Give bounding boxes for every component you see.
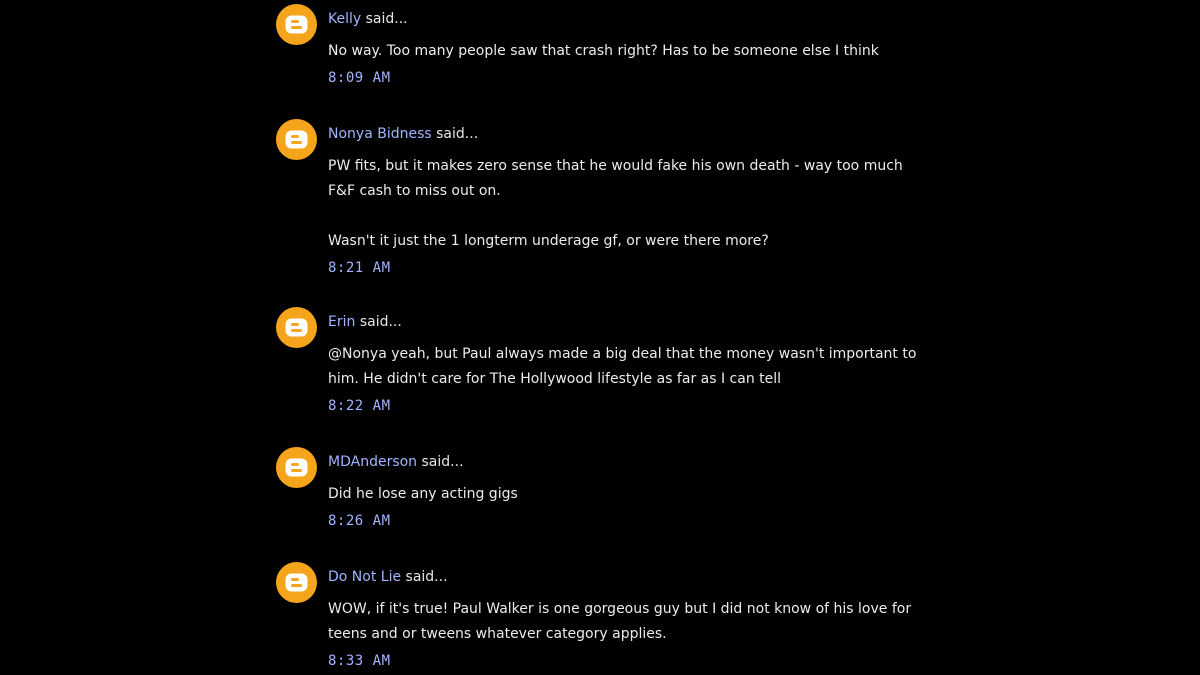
comment-text: Did he lose any acting gigs <box>328 482 956 507</box>
author-line: Erin said... <box>328 312 956 332</box>
author-line: Kelly said... <box>328 9 956 29</box>
comment: Nonya Bidness said... PW fits, but it ma… <box>276 119 956 276</box>
said-label: said... <box>359 314 402 330</box>
comment-timestamp[interactable]: 8:33 AM <box>328 653 391 669</box>
said-label: said... <box>421 454 464 470</box>
comment-paragraph <box>328 204 956 229</box>
blogger-icon[interactable] <box>276 447 317 488</box>
comment-timestamp[interactable]: 8:21 AM <box>328 260 391 276</box>
comment-paragraph: No way. Too many people saw that crash r… <box>328 43 879 59</box>
comment-text: PW fits, but it makes zero sense that he… <box>328 154 956 254</box>
comment-paragraph: @Nonya yeah, but Paul always made a big … <box>328 346 917 387</box>
comment-timestamp[interactable]: 8:26 AM <box>328 513 391 529</box>
author-link[interactable]: Nonya Bidness <box>328 126 432 142</box>
comment-text: No way. Too many people saw that crash r… <box>328 39 956 64</box>
blogger-icon[interactable] <box>276 4 317 45</box>
said-label: said... <box>436 126 479 142</box>
author-link[interactable]: MDAnderson <box>328 454 417 470</box>
comment-text: @Nonya yeah, but Paul always made a big … <box>328 342 956 392</box>
author-line: Do Not Lie said... <box>328 567 956 587</box>
comment-timestamp[interactable]: 8:09 AM <box>328 70 391 86</box>
comment-paragraph: Wasn't it just the 1 longterm underage g… <box>328 233 769 249</box>
comment-timestamp[interactable]: 8:22 AM <box>328 398 391 414</box>
comment-paragraph: Did he lose any acting gigs <box>328 486 518 502</box>
blogger-icon[interactable] <box>276 562 317 603</box>
author-link[interactable]: Erin <box>328 314 355 330</box>
said-label: said... <box>405 569 448 585</box>
author-link[interactable]: Do Not Lie <box>328 569 401 585</box>
comment-paragraph: WOW, if it's true! Paul Walker is one go… <box>328 601 912 642</box>
author-link[interactable]: Kelly <box>328 11 361 27</box>
author-line: MDAnderson said... <box>328 452 956 472</box>
comment: Kelly said... No way. Too many people sa… <box>276 4 956 86</box>
blogger-icon[interactable] <box>276 307 317 348</box>
comment-paragraph: PW fits, but it makes zero sense that he… <box>328 158 903 199</box>
said-label: said... <box>365 11 408 27</box>
comment: Do Not Lie said... WOW, if it's true! Pa… <box>276 562 956 669</box>
comment: MDAnderson said... Did he lose any actin… <box>276 447 956 529</box>
author-line: Nonya Bidness said... <box>328 124 956 144</box>
blogger-icon[interactable] <box>276 119 317 160</box>
comment-text: WOW, if it's true! Paul Walker is one go… <box>328 597 956 647</box>
comment: Erin said... @Nonya yeah, but Paul alway… <box>276 307 956 414</box>
